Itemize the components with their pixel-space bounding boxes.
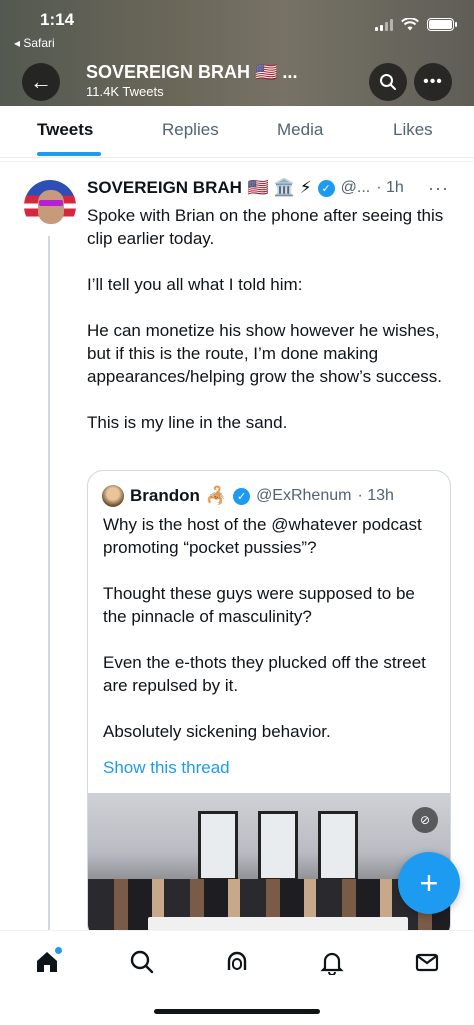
thread-line — [48, 236, 50, 936]
quote-paragraph: Thought these guys were supposed to be t… — [103, 584, 415, 626]
back-to-safari[interactable]: ◂ Safari — [14, 36, 55, 50]
author-emojis: 🇺🇸 🏛️ ⚡ — [247, 178, 312, 197]
battery-icon — [427, 18, 457, 31]
quote-handle: @ExRhenum — [256, 487, 352, 504]
media-window — [318, 811, 358, 881]
media-badge-icon: ⊘ — [412, 807, 438, 833]
verified-icon: ✓ — [233, 487, 251, 505]
messages-icon[interactable] — [412, 947, 442, 977]
profile-header: ← SOVEREIGN BRAH 🇺🇸 ... 11.4K Tweets ••• — [0, 58, 474, 106]
quote-paragraph: Absolutely sickening behavior. — [103, 722, 331, 741]
quoted-tweet[interactable]: Brandon 🦂 ✓ @ExRhenum · 13h Why is the h… — [87, 470, 451, 940]
media-window — [198, 811, 238, 881]
signal-icon — [375, 18, 393, 31]
home-icon[interactable] — [32, 947, 62, 977]
tweet-header: SOVEREIGN BRAH 🇺🇸 🏛️ ⚡ ✓ @... · 1h — [87, 178, 404, 198]
avatar-face — [38, 190, 64, 224]
media-table — [148, 917, 408, 931]
active-tab-indicator — [37, 152, 101, 156]
tab-likes[interactable]: Likes — [393, 120, 433, 140]
quote-paragraph: Why is the host of the @whatever podcast… — [103, 515, 422, 557]
system-icons — [375, 18, 457, 31]
status-time: 1:14 — [40, 10, 75, 29]
quote-header: Brandon 🦂 ✓ @ExRhenum · 13h — [102, 485, 394, 507]
wifi-icon — [401, 18, 419, 31]
more-icon[interactable]: ••• — [414, 63, 452, 101]
home-indicator — [154, 1009, 320, 1014]
profile-tabs: Tweets Replies Media Likes — [0, 106, 474, 158]
search-icon[interactable] — [369, 63, 407, 101]
divider — [0, 161, 474, 162]
profile-name: SOVEREIGN BRAH 🇺🇸 ... — [86, 62, 298, 82]
tweet-paragraph: Spoke with Brian on the phone after seei… — [87, 206, 444, 248]
quote-text: Why is the host of the @whatever podcast… — [103, 513, 439, 766]
back-arrow-icon[interactable]: ← — [22, 63, 60, 101]
tweet-text: Spoke with Brian on the phone after seei… — [87, 204, 447, 457]
tab-tweets[interactable]: Tweets — [37, 120, 93, 140]
quote-author: Brandon — [130, 486, 200, 505]
explore-icon[interactable] — [127, 947, 157, 977]
tweet-author[interactable]: SOVEREIGN BRAH — [87, 178, 242, 198]
quote-time: · 13h — [357, 487, 394, 504]
tab-replies[interactable]: Replies — [162, 120, 219, 140]
tweet-paragraph: I’ll tell you all what I told him: — [87, 275, 303, 294]
verified-icon: ✓ — [317, 179, 335, 197]
compose-icon[interactable]: + — [398, 852, 460, 914]
tweet-time[interactable]: · 1h — [376, 179, 404, 197]
tweet-paragraph: This is my line in the sand. — [87, 413, 288, 432]
notification-dot — [55, 947, 62, 954]
notifications-icon[interactable] — [317, 947, 347, 977]
quote-media-image[interactable]: ⊘ — [88, 793, 450, 939]
tweet-count: 11.4K Tweets — [86, 84, 164, 99]
tab-media[interactable]: Media — [277, 120, 323, 140]
media-window — [258, 811, 298, 881]
status-bar: 1:14 ◂ Safari — [0, 0, 474, 56]
quote-paragraph: Even the e-thots they plucked off the st… — [103, 653, 426, 695]
quote-avatar — [102, 485, 124, 507]
avatar[interactable] — [24, 180, 76, 232]
show-thread-link[interactable]: Show this thread — [103, 758, 230, 778]
spaces-icon[interactable] — [222, 947, 252, 977]
tweet-handle[interactable]: @... — [341, 179, 371, 197]
tweet-more-icon[interactable]: ··· — [428, 178, 449, 199]
avatar-shades — [39, 200, 63, 206]
quote-author-emoji: 🦂 — [205, 486, 228, 505]
tweet-paragraph: He can monetize his show however he wish… — [87, 321, 443, 386]
